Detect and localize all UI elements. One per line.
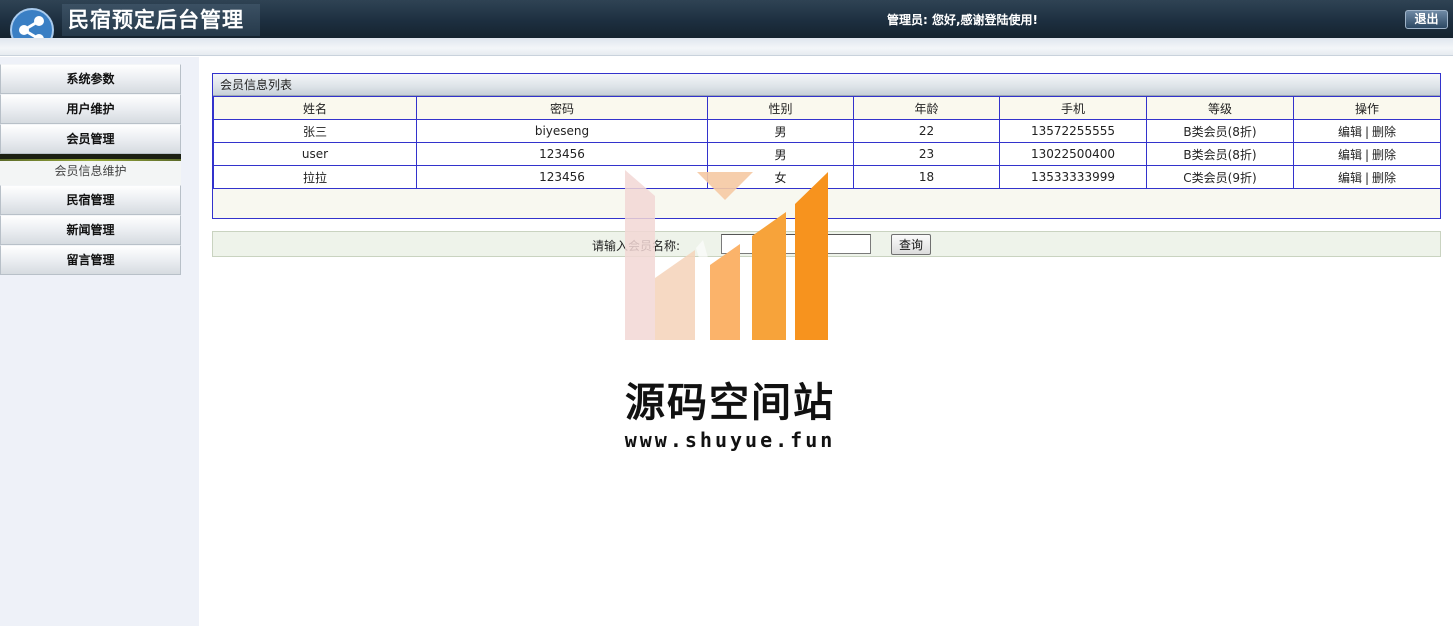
delete-link[interactable]: 删除 xyxy=(1372,125,1396,139)
sidebar-item-message-management[interactable]: 留言管理 xyxy=(0,245,181,275)
column-header-name: 姓名 xyxy=(213,96,417,120)
column-header-password: 密码 xyxy=(416,96,708,120)
search-label: 请输入会员名称: xyxy=(592,239,681,253)
header-band xyxy=(0,38,1453,56)
cell-gender: 男 xyxy=(707,119,854,143)
table-row: 拉拉 123456 女 18 13533333999 C类会员(9折) 编辑 | 删… xyxy=(213,165,1441,189)
admin-greeting: 管理员: 您好,感谢登陆使用! xyxy=(887,13,1039,27)
sidebar-item-user-maintenance[interactable]: 用户维护 xyxy=(0,94,181,124)
delete-link[interactable]: 删除 xyxy=(1372,148,1396,162)
search-bar: 请输入会员名称: 查询 xyxy=(212,231,1441,257)
top-header: 民宿预定后台管理 管理员: 您好,感谢登陆使用! 退出 xyxy=(0,0,1453,52)
delete-link[interactable]: 删除 xyxy=(1372,171,1396,185)
cell-level: B类会员(8折) xyxy=(1146,142,1294,166)
column-header-actions: 操作 xyxy=(1293,96,1441,120)
panel-title: 会员信息列表 xyxy=(213,74,1440,96)
member-list-panel: 会员信息列表 姓名 密码 性别 年龄 手机 等级 操作 张三 biyeseng … xyxy=(212,73,1441,219)
member-table: 姓名 密码 性别 年龄 手机 等级 操作 张三 biyeseng 男 22 13… xyxy=(213,96,1441,189)
cell-actions: 编辑 | 删除 xyxy=(1293,119,1441,143)
table-header-row: 姓名 密码 性别 年龄 手机 等级 操作 xyxy=(213,96,1441,120)
cell-phone: 13533333999 xyxy=(999,165,1147,189)
cell-phone: 13572255555 xyxy=(999,119,1147,143)
table-row: user 123456 男 23 13022500400 B类会员(8折) 编辑… xyxy=(213,142,1441,166)
cell-phone: 13022500400 xyxy=(999,142,1147,166)
cell-age: 22 xyxy=(853,119,1000,143)
cell-gender: 男 xyxy=(707,142,854,166)
cell-actions: 编辑 | 删除 xyxy=(1293,142,1441,166)
action-separator: | xyxy=(1364,124,1370,139)
cell-password: 123456 xyxy=(416,142,708,166)
sidebar-menu: 系统参数 用户维护 会员管理 会员信息维护 民宿管理 新闻管理 留言管理 xyxy=(0,64,181,275)
column-header-level: 等级 xyxy=(1146,96,1294,120)
cell-password: biyeseng xyxy=(416,119,708,143)
column-header-gender: 性别 xyxy=(707,96,854,120)
watermark-title: 源码空间站 xyxy=(625,380,835,426)
logout-button[interactable]: 退出 xyxy=(1405,10,1448,29)
app-title: 民宿预定后台管理 xyxy=(62,4,260,36)
cell-level: B类会员(8折) xyxy=(1146,119,1294,143)
action-separator: | xyxy=(1364,147,1370,162)
cell-level: C类会员(9折) xyxy=(1146,165,1294,189)
sidebar: 系统参数 用户维护 会员管理 会员信息维护 民宿管理 新闻管理 留言管理 xyxy=(0,57,199,626)
sidebar-item-news-management[interactable]: 新闻管理 xyxy=(0,215,181,245)
cell-password: 123456 xyxy=(416,165,708,189)
edit-link[interactable]: 编辑 xyxy=(1338,171,1362,185)
table-row: 张三 biyeseng 男 22 13572255555 B类会员(8折) 编辑… xyxy=(213,119,1441,143)
edit-link[interactable]: 编辑 xyxy=(1338,125,1362,139)
query-button[interactable]: 查询 xyxy=(891,234,931,255)
cell-name: 拉拉 xyxy=(213,165,417,189)
cell-actions: 编辑 | 删除 xyxy=(1293,165,1441,189)
submenu-item-member-info[interactable]: 会员信息维护 xyxy=(0,159,181,183)
cell-name: 张三 xyxy=(213,119,417,143)
sidebar-item-homestay-management[interactable]: 民宿管理 xyxy=(0,185,181,215)
sidebar-item-member-management[interactable]: 会员管理 xyxy=(0,124,181,154)
watermark-url: www.shuyue.fun xyxy=(624,428,836,452)
cell-name: user xyxy=(213,142,417,166)
cell-gender: 女 xyxy=(707,165,854,189)
edit-link[interactable]: 编辑 xyxy=(1338,148,1362,162)
member-submenu: 会员信息维护 xyxy=(0,154,181,185)
column-header-phone: 手机 xyxy=(999,96,1147,120)
cell-age: 23 xyxy=(853,142,1000,166)
action-separator: | xyxy=(1364,170,1370,185)
cell-age: 18 xyxy=(853,165,1000,189)
sidebar-item-system-params[interactable]: 系统参数 xyxy=(0,64,181,94)
column-header-age: 年龄 xyxy=(853,96,1000,120)
member-name-search-input[interactable] xyxy=(721,234,871,254)
